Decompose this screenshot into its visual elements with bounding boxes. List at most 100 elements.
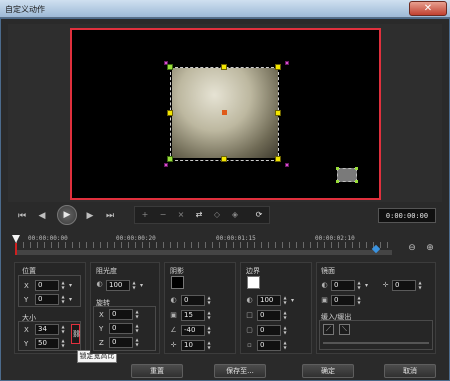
rotation-z-input[interactable]: 0	[109, 337, 133, 348]
rotation-y-spinner[interactable]: ▲ ▼	[134, 323, 140, 334]
corner-handle-br[interactable]	[275, 156, 281, 162]
border-width-spinner[interactable]: ▲ ▼	[282, 310, 288, 321]
shadow-blur-spinner[interactable]: ▲ ▼	[206, 310, 212, 321]
size-x-spinner[interactable]: ▲ ▼	[60, 324, 66, 335]
lock-aspect-ratio-button[interactable]: ⛓	[71, 324, 81, 344]
position-y-spinner[interactable]: ▲ ▼	[60, 294, 66, 305]
border-width-input[interactable]: 0	[257, 310, 281, 321]
next-frame-button[interactable]: ▶	[82, 208, 98, 224]
rotate-handle-tr[interactable]	[285, 61, 289, 65]
rotate-handle-br[interactable]	[285, 163, 289, 167]
to-start-button[interactable]: ⏮	[14, 208, 30, 224]
border-softness-input[interactable]: 0	[257, 340, 281, 351]
border-blur-input[interactable]: 0	[257, 325, 281, 336]
ok-button[interactable]: 确定	[302, 364, 354, 378]
mirror-opacity-icon: ◐	[321, 281, 328, 289]
corner-handle-tr[interactable]	[275, 64, 281, 70]
rotation-z-label: Z	[99, 339, 104, 347]
shadow-label: 阴影	[170, 267, 184, 275]
shadow-angle-input[interactable]: -40	[181, 325, 205, 336]
shadow-opacity-icon: ◐	[170, 296, 177, 304]
shadow-blur-input[interactable]: 15	[181, 310, 205, 321]
position-x-label: X	[24, 282, 29, 290]
border-softness-spinner[interactable]: ▲ ▼	[282, 340, 288, 351]
zoom-out-icon[interactable]: ⊖	[406, 242, 418, 254]
edge-handle-right[interactable]	[275, 110, 281, 116]
play-button[interactable]: ▶	[57, 205, 77, 225]
opacity-icon: ◐	[96, 280, 103, 288]
corner-handle-bl[interactable]	[167, 156, 173, 162]
timecode-display[interactable]: 0:00:00:00	[378, 208, 436, 223]
rotation-x-spinner[interactable]: ▲ ▼	[134, 309, 140, 320]
tick-label: 00:00:01:15	[216, 235, 256, 242]
shadow-opacity-input[interactable]: 0	[181, 295, 205, 306]
mirror-opacity-spinner[interactable]: ▲ ▼	[356, 280, 362, 291]
position-x-dropdown[interactable]: ▾	[67, 280, 74, 291]
swap-keyframe-icon[interactable]: ⇄	[192, 208, 206, 222]
cancel-button[interactable]: 取消	[384, 364, 436, 378]
reset-keyframe-icon[interactable]: ⟳	[252, 208, 266, 222]
opacity-spinner[interactable]: ▲ ▼	[131, 280, 137, 291]
edge-handle-bottom[interactable]	[221, 156, 227, 162]
tick-label: 00:00:02:10	[315, 235, 355, 242]
rotation-y-label: Y	[99, 325, 104, 333]
mini-navigator[interactable]	[336, 167, 358, 183]
rotation-x-input[interactable]: 0	[109, 309, 133, 320]
position-x-input[interactable]: 0	[35, 280, 59, 291]
corner-handle-tl[interactable]	[167, 64, 173, 70]
border-color-swatch[interactable]	[247, 276, 260, 289]
border-opacity-icon: ◐	[246, 296, 253, 304]
fade-slider[interactable]	[323, 342, 429, 344]
zoom-in-icon[interactable]: ⊕	[424, 242, 436, 254]
save-as-button[interactable]: 保存至...	[214, 364, 266, 378]
shadow-distance-input[interactable]: 10	[181, 340, 205, 351]
edge-handle-top[interactable]	[221, 64, 227, 70]
border-blur-icon: ▢	[246, 326, 253, 334]
prev-keyframe-icon[interactable]: ◇	[210, 208, 224, 222]
edge-handle-left[interactable]	[167, 110, 173, 116]
mirror-distance-input[interactable]: 0	[331, 295, 355, 306]
close-button[interactable]: ✕	[409, 1, 447, 16]
shadow-angle-spinner[interactable]: ▲ ▼	[206, 325, 212, 336]
shadow-opacity-spinner[interactable]: ▲ ▼	[206, 295, 212, 306]
center-point[interactable]	[222, 110, 227, 115]
delete-keyframe-icon[interactable]: ×	[174, 208, 188, 222]
rotate-handle-bl[interactable]	[164, 163, 168, 167]
shadow-distance-spinner[interactable]: ▲ ▼	[206, 340, 212, 351]
position-x-spinner[interactable]: ▲ ▼	[60, 280, 66, 291]
size-x-input[interactable]: 34	[35, 324, 59, 335]
rotation-y-input[interactable]: 0	[109, 323, 133, 334]
size-y-input[interactable]: 50	[35, 338, 59, 349]
opacity-dropdown[interactable]: ▾	[138, 280, 145, 291]
mirror-position-spinner[interactable]: ▲ ▼	[417, 280, 423, 291]
playhead-line	[15, 243, 17, 255]
reset-button[interactable]: 重置	[131, 364, 183, 378]
mirror-position-input[interactable]: 0	[392, 280, 416, 291]
border-blur-spinner[interactable]: ▲ ▼	[282, 325, 288, 336]
prev-frame-button[interactable]: ◀	[34, 208, 50, 224]
border-opacity-spinner[interactable]: ▲ ▼	[282, 295, 288, 306]
add-keyframe-icon[interactable]: +	[138, 208, 152, 222]
window-title: 自定义动作	[5, 5, 45, 14]
size-y-spinner[interactable]: ▲ ▼	[60, 338, 66, 349]
position-y-dropdown[interactable]: ▾	[67, 294, 74, 305]
opacity-input[interactable]: 100	[106, 280, 130, 291]
rotation-x-label: X	[99, 311, 104, 319]
rotation-z-spinner[interactable]: ▲ ▼	[134, 337, 140, 348]
mirror-distance-icon: ▣	[321, 296, 328, 304]
shadow-color-swatch[interactable]	[171, 276, 184, 289]
remove-keyframe-icon[interactable]: −	[156, 208, 170, 222]
to-end-button[interactable]: ⏭	[102, 208, 118, 224]
position-y-input[interactable]: 0	[35, 294, 59, 305]
mirror-distance-spinner[interactable]: ▲ ▼	[356, 295, 362, 306]
border-opacity-dropdown[interactable]: ▾	[289, 295, 296, 306]
tick-label: 00:00:00:00	[28, 235, 68, 242]
mirror-opacity-dropdown[interactable]: ▾	[363, 280, 370, 291]
next-keyframe-icon[interactable]: ◈	[228, 208, 242, 222]
fade-in-icon[interactable]: ⟋	[323, 324, 334, 335]
border-opacity-input[interactable]: 100	[257, 295, 281, 306]
mirror-opacity-input[interactable]: 0	[331, 280, 355, 291]
timeline-track[interactable]	[16, 250, 392, 255]
shadow-distance-icon: ✛	[170, 341, 177, 349]
fade-out-icon[interactable]: ⟍	[339, 324, 350, 335]
